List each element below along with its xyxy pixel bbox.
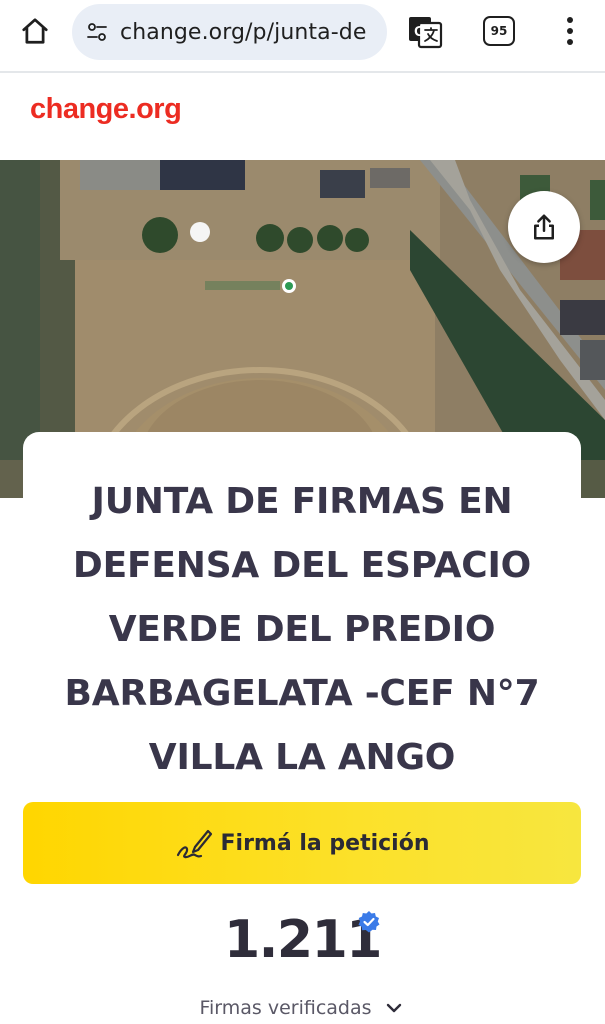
tab-switcher-button[interactable]: 95 [483,16,515,46]
browser-toolbar: change.org/p/junta-de G 95 [0,0,605,64]
signature-pen-icon [176,829,212,859]
share-button[interactable] [508,191,580,263]
petition-title-card: JUNTA DE FIRMAS EN DEFENSA DEL ESPACIO V… [23,432,581,792]
chevron-down-icon [386,1003,401,1013]
change-org-logo[interactable]: change.org [30,93,182,126]
svg-text:G: G [414,23,426,40]
home-icon [22,18,48,44]
signature-count-block: 1.211 [0,910,605,970]
translate-icon: G [409,17,443,49]
home-button[interactable] [18,14,52,48]
toolbar-divider [0,71,605,73]
verified-signatures-toggle[interactable]: Firmas verificadas [0,996,605,1020]
verified-badge-icon [358,911,380,933]
sign-petition-label: Firmá la petición [220,830,430,856]
share-icon [534,214,554,240]
tab-count: 95 [490,24,508,38]
verified-signatures-label: Firmas verificadas [199,997,372,1019]
translate-button[interactable]: G [407,14,443,50]
address-bar[interactable]: change.org/p/junta-de [72,4,387,60]
site-settings-icon[interactable] [84,19,110,45]
url-text[interactable]: change.org/p/junta-de [120,20,366,45]
more-vert-icon[interactable] [558,14,582,48]
petition-title: JUNTA DE FIRMAS EN DEFENSA DEL ESPACIO V… [64,481,540,778]
sign-petition-button[interactable]: Firmá la petición [23,802,581,884]
